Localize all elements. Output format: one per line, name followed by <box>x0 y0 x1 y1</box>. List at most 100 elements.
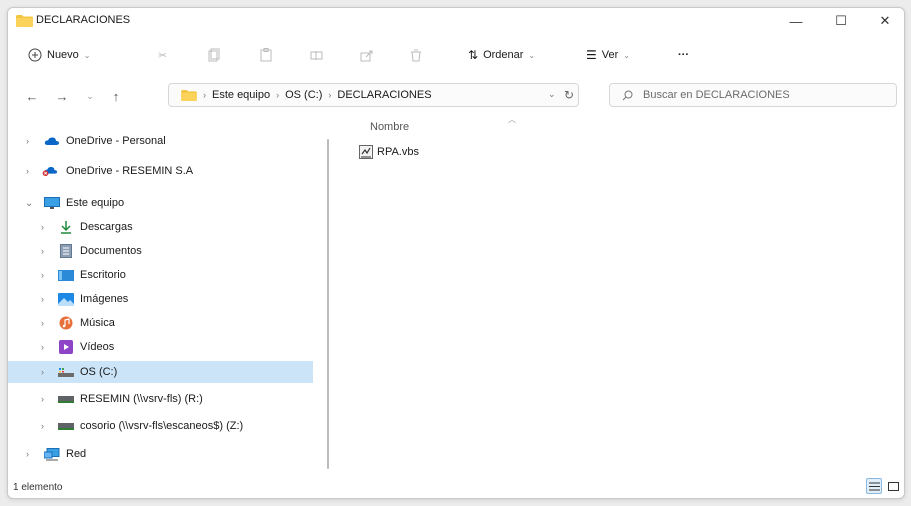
paste-button[interactable] <box>260 44 272 66</box>
nav-item-label: RESEMIN (\\vsrv-fls) (R:) <box>80 393 203 405</box>
pane-splitter[interactable] <box>327 139 329 469</box>
minimize-icon: — <box>789 13 803 29</box>
breadcrumb-separator-icon: › <box>328 90 332 100</box>
explorer-window: DECLARACIONES — ☐ ✕ Nuevo ⌄ ✂ ⇅ Ordenar … <box>7 7 905 499</box>
chevron-right-icon[interactable]: › <box>41 367 44 377</box>
details-view-button[interactable] <box>866 478 882 494</box>
chevron-down-icon[interactable]: ⌄ <box>25 198 33 209</box>
breadcrumb-os-c[interactable]: OS (C:) <box>285 89 322 101</box>
search-icon <box>622 90 633 100</box>
search-box[interactable]: Buscar en DECLARACIONES <box>609 83 897 107</box>
rename-icon <box>310 50 323 60</box>
nav-item-escritorio[interactable]: › Escritorio <box>8 264 313 286</box>
refresh-button[interactable]: ↻ <box>559 86 579 104</box>
address-dropdown-button[interactable]: ⌄ <box>548 89 556 100</box>
nav-item-documentos[interactable]: › Documentos <box>8 240 313 262</box>
view-label: Ver <box>601 49 619 61</box>
nav-item-label: cosorio (\\vsrv-fls\escaneos$) (Z:) <box>80 420 244 432</box>
chevron-right-icon[interactable]: › <box>41 342 44 352</box>
title-bar: DECLARACIONES — ☐ ✕ <box>8 8 904 34</box>
new-label: Nuevo <box>47 49 79 61</box>
forward-button[interactable]: → <box>52 87 72 105</box>
sort-button[interactable]: ⇅ Ordenar ⌄ <box>468 44 535 66</box>
download-icon <box>58 220 74 234</box>
chevron-right-icon[interactable]: › <box>26 449 29 459</box>
navigation-pane: › OneDrive - Personal › OneDrive - RESEM… <box>8 116 323 476</box>
share-button[interactable] <box>360 44 373 66</box>
window-title: DECLARACIONES <box>36 14 131 26</box>
refresh-icon: ↻ <box>563 88 575 102</box>
video-icon <box>58 340 74 354</box>
chevron-right-icon[interactable]: › <box>26 136 29 146</box>
maximize-button[interactable]: ☐ <box>821 8 861 34</box>
onedrive-error-icon <box>42 164 58 178</box>
nav-item-imagenes[interactable]: › Imágenes <box>8 288 313 310</box>
chevron-right-icon[interactable]: › <box>41 394 44 404</box>
command-bar: Nuevo ⌄ ✂ ⇅ Ordenar ⌄ ☰ Ver ⌄ ··· <box>8 38 904 70</box>
status-item-count: 1 elemento <box>13 482 63 493</box>
nav-item-onedrive-personal[interactable]: › OneDrive - Personal <box>8 130 313 152</box>
drive-icon <box>58 365 74 379</box>
scissors-icon: ✂ <box>158 49 168 62</box>
close-icon: ✕ <box>879 13 891 28</box>
nav-item-label: OneDrive - RESEMIN S.A <box>66 165 194 177</box>
network-icon <box>44 447 60 461</box>
chevron-down-icon: ⌄ <box>86 90 94 101</box>
nav-item-label: Este equipo <box>66 197 125 209</box>
back-button[interactable]: ← <box>22 87 42 105</box>
music-icon <box>58 316 74 330</box>
nav-item-videos[interactable]: › Vídeos <box>8 336 313 358</box>
new-button[interactable]: Nuevo ⌄ <box>28 44 91 66</box>
delete-button[interactable] <box>410 44 422 66</box>
desktop-icon <box>58 268 74 282</box>
nav-item-musica[interactable]: › Música <box>8 312 313 334</box>
chevron-right-icon[interactable]: › <box>41 270 44 280</box>
tiles-view-button[interactable] <box>885 478 901 494</box>
recent-locations-button[interactable]: ⌄ <box>80 87 100 105</box>
chevron-down-icon: ⌄ <box>528 50 536 60</box>
network-drive-icon <box>58 419 74 433</box>
address-bar[interactable]: › Este equipo › OS (C:) › DECLARACIONES <box>168 83 579 107</box>
nav-item-label: Escritorio <box>80 269 126 281</box>
nav-item-label: OneDrive - Personal <box>66 135 166 147</box>
nav-item-resemin-drive[interactable]: › RESEMIN (\\vsrv-fls) (R:) <box>8 388 313 410</box>
nav-item-os-c[interactable]: › OS (C:) <box>8 361 313 383</box>
nav-item-onedrive-resemin[interactable]: › OneDrive - RESEMIN S.A <box>8 160 313 182</box>
nav-item-cosorio-drive[interactable]: › cosorio (\\vsrv-fls\escaneos$) (Z:) <box>8 415 313 437</box>
search-placeholder: Buscar en DECLARACIONES <box>643 89 790 101</box>
trash-icon <box>411 49 421 61</box>
nav-item-este-equipo[interactable]: ⌄ Este equipo <box>8 192 313 214</box>
folder-icon <box>16 15 33 27</box>
more-options-button[interactable]: ··· <box>678 44 689 66</box>
chevron-right-icon[interactable]: › <box>41 294 44 304</box>
breadcrumb-separator-icon: › <box>276 90 280 100</box>
chevron-right-icon[interactable]: › <box>41 246 44 256</box>
view-button[interactable]: ☰ Ver ⌄ <box>586 44 630 66</box>
breadcrumb-este-equipo[interactable]: Este equipo <box>212 89 270 101</box>
chevron-right-icon[interactable]: › <box>41 222 44 232</box>
chevron-right-icon[interactable]: › <box>41 421 44 431</box>
vbs-script-icon <box>359 145 373 159</box>
more-icon: ··· <box>678 49 689 61</box>
breadcrumb-declaraciones[interactable]: DECLARACIONES <box>337 89 431 101</box>
file-item-rpa-vbs[interactable]: RPA.vbs <box>359 142 419 162</box>
rename-button[interactable] <box>310 44 323 66</box>
details-view-icon <box>868 482 880 490</box>
computer-icon <box>44 196 60 210</box>
column-header-name[interactable]: Nombre <box>370 121 409 133</box>
chevron-right-icon[interactable]: › <box>41 318 44 328</box>
breadcrumb-separator-icon: › <box>203 90 206 100</box>
copy-button[interactable] <box>208 44 220 66</box>
pictures-icon <box>58 292 74 306</box>
nav-item-red[interactable]: › Red <box>8 443 313 465</box>
minimize-button[interactable]: — <box>776 8 816 34</box>
up-button[interactable]: ↑ <box>106 87 126 105</box>
nav-item-label: Descargas <box>80 221 133 233</box>
chevron-right-icon[interactable]: › <box>26 166 29 176</box>
close-button[interactable]: ✕ <box>865 8 904 34</box>
share-icon <box>360 50 373 61</box>
nav-item-descargas[interactable]: › Descargas <box>8 216 313 238</box>
chevron-down-icon: ⌄ <box>548 89 556 99</box>
cut-button[interactable]: ✂ <box>158 44 167 66</box>
sort-label: Ordenar <box>483 49 524 61</box>
